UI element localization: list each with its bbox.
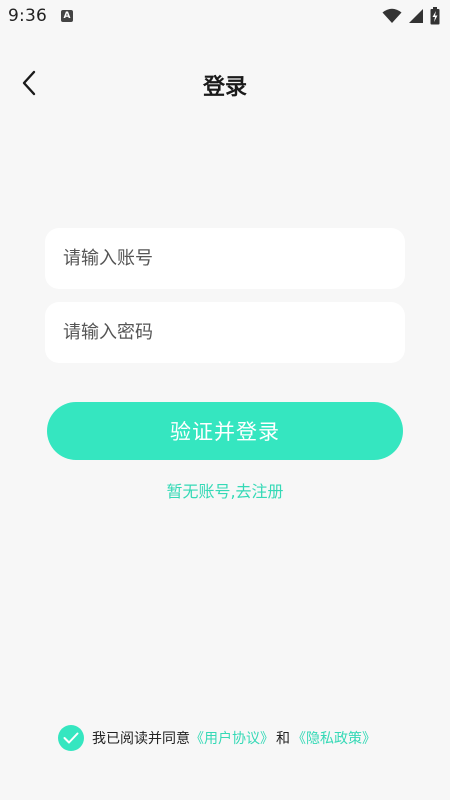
account-input[interactable] — [63, 228, 405, 289]
password-input[interactable] — [63, 302, 405, 363]
status-time: 9:36 — [8, 6, 47, 26]
register-link[interactable]: 暂无账号,去注册 — [0, 478, 450, 502]
agreement-checkbox[interactable] — [58, 725, 84, 751]
password-field-container — [45, 302, 405, 363]
checkmark-icon — [63, 732, 79, 744]
status-right — [382, 7, 440, 25]
agreement-row: 我已阅读并同意 《用户协议》 和 《隐私政策》 — [58, 724, 376, 752]
account-field-container — [45, 228, 405, 289]
status-bar: 9:36 A — [0, 0, 450, 32]
login-screen: 9:36 A 登录 请输入账号 验证并登录 暂无账号,去注册 我已阅读并同意 《… — [0, 0, 450, 800]
wifi-icon — [382, 8, 402, 23]
page-title: 登录 — [202, 75, 247, 100]
agreement-prefix: 我已阅读并同意 — [92, 731, 190, 747]
cellular-signal-icon — [409, 9, 423, 23]
top-bar: 登录 — [0, 55, 450, 111]
notification-a-icon: A — [60, 10, 73, 22]
battery-charging-icon — [430, 7, 440, 25]
agreement-conjunction: 和 — [276, 731, 290, 747]
user-agreement-link[interactable]: 《用户协议》 — [190, 728, 274, 748]
status-left: 9:36 A — [8, 6, 73, 26]
verify-login-button[interactable]: 验证并登录 — [47, 402, 403, 460]
privacy-policy-link[interactable]: 《隐私政策》 — [292, 728, 376, 748]
